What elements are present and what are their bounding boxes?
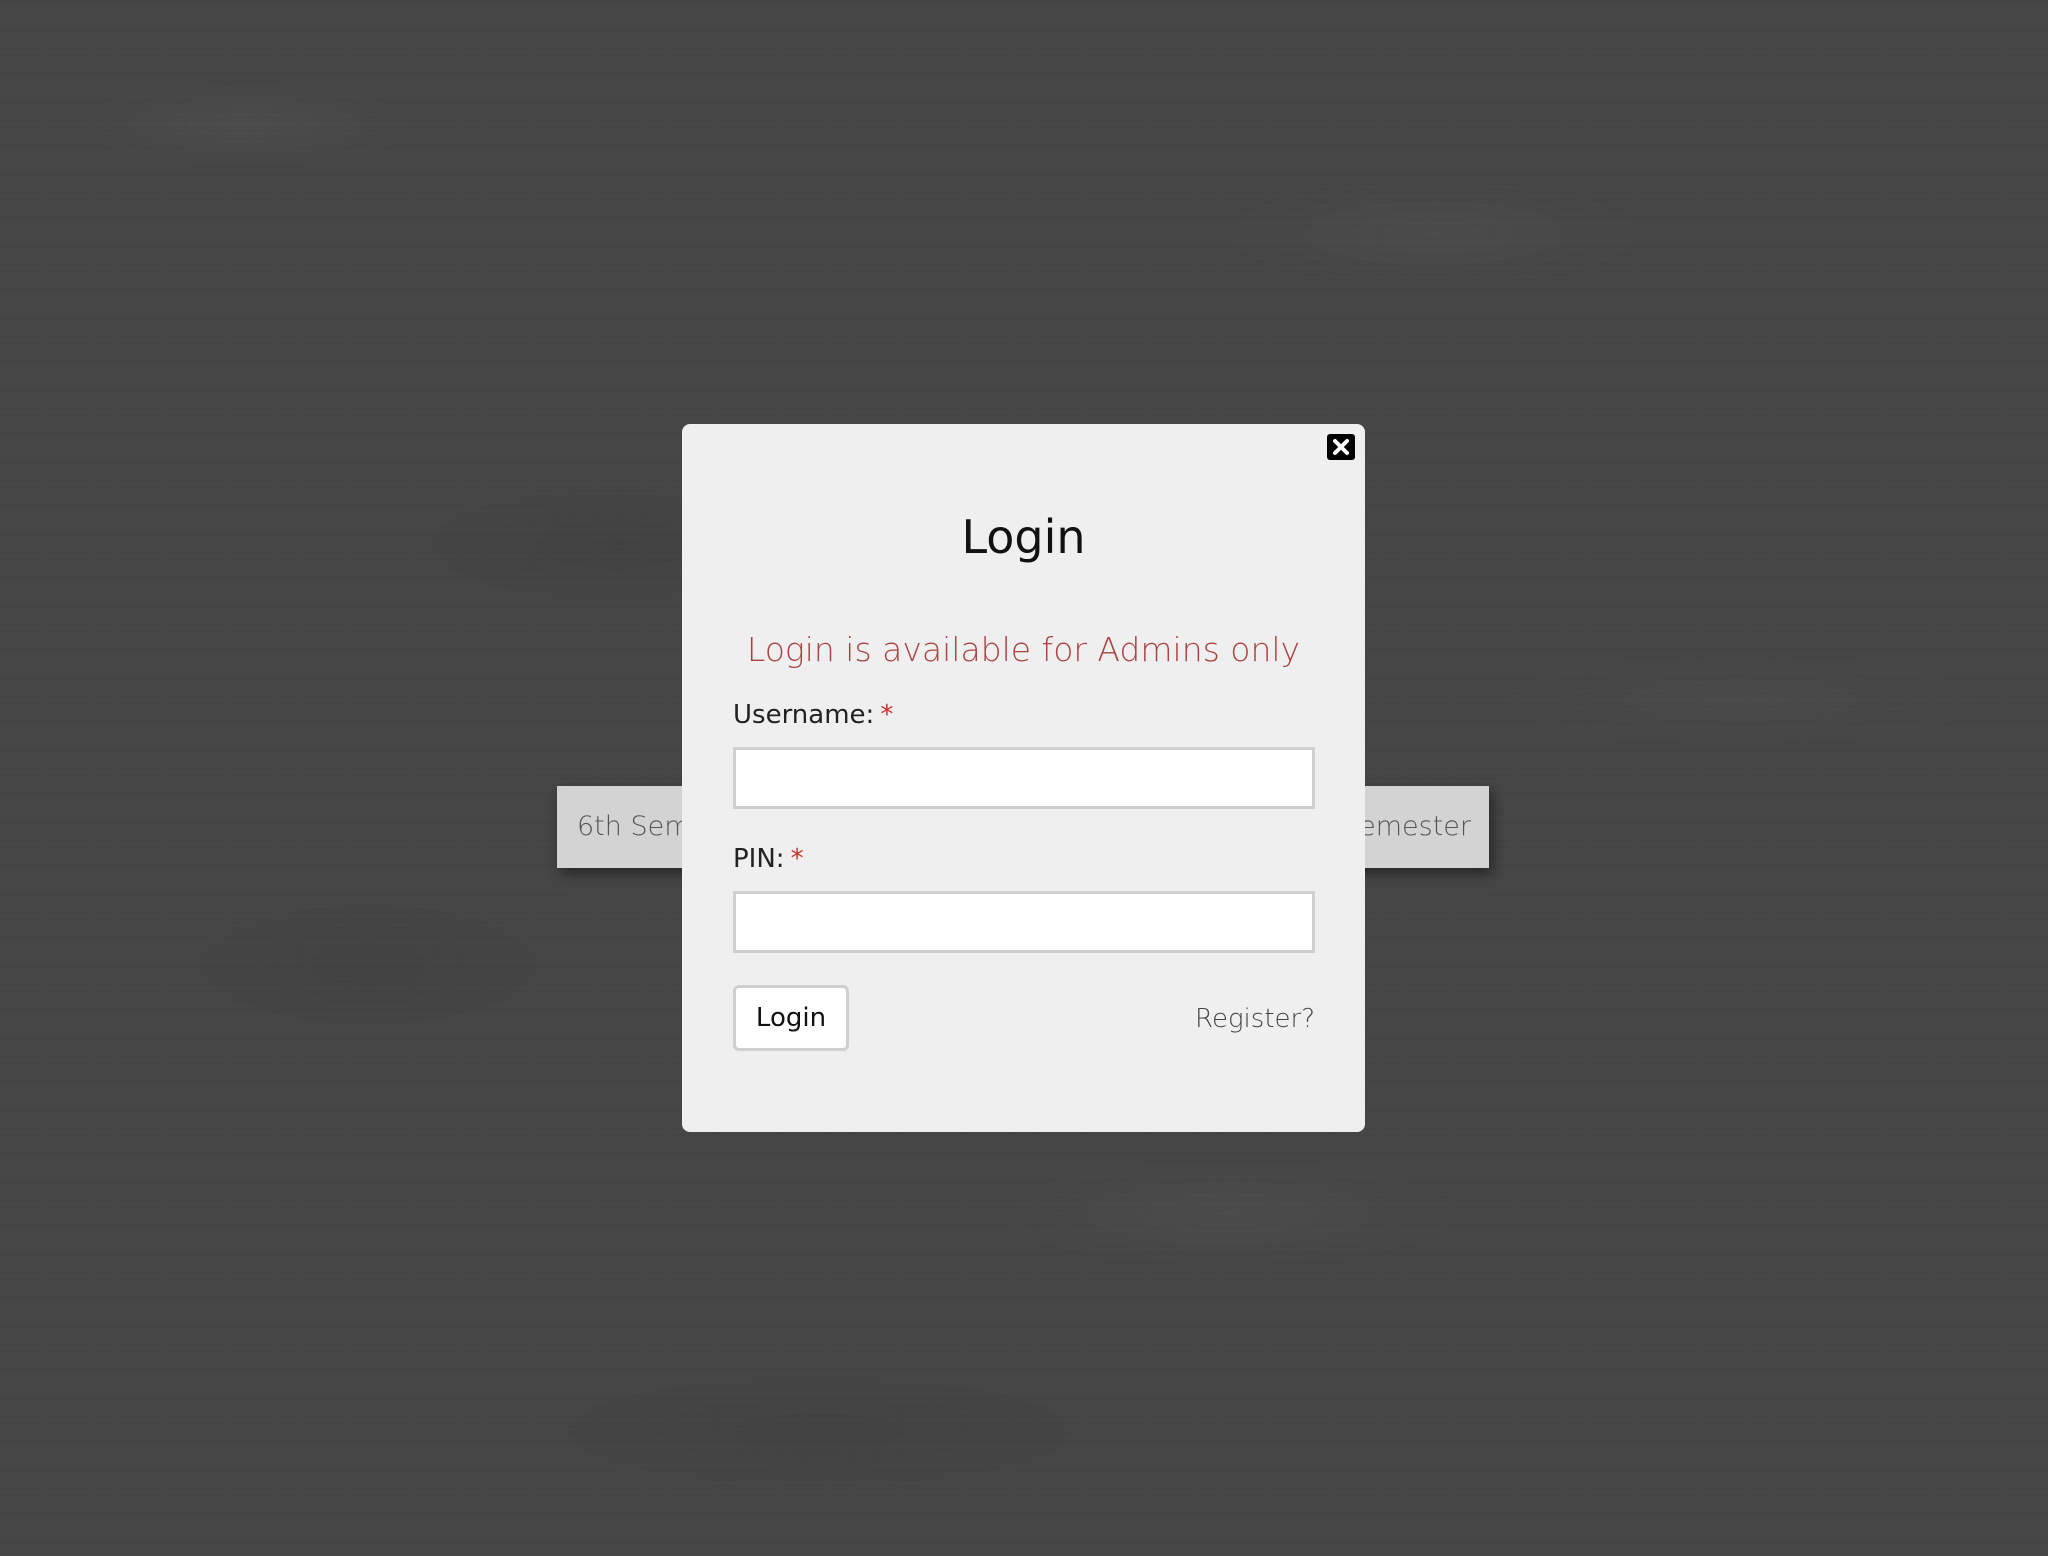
admin-only-notice: Login is available for Admins only	[746, 630, 1301, 669]
required-marker: *	[790, 844, 804, 874]
username-label: Username: *	[733, 700, 893, 730]
pin-label: PIN: *	[733, 844, 804, 874]
login-modal: Login Login is available for Admins only…	[682, 424, 1365, 1132]
close-icon	[1333, 439, 1349, 455]
username-label-text: Username:	[733, 700, 875, 730]
register-link[interactable]: Register?	[1195, 1004, 1315, 1034]
login-button[interactable]: Login	[733, 985, 849, 1051]
pin-input[interactable]	[733, 891, 1315, 953]
pin-label-text: PIN:	[733, 844, 785, 874]
required-marker: *	[880, 700, 894, 730]
username-input[interactable]	[733, 747, 1315, 809]
close-button[interactable]	[1327, 434, 1355, 460]
modal-title: Login	[961, 510, 1086, 564]
